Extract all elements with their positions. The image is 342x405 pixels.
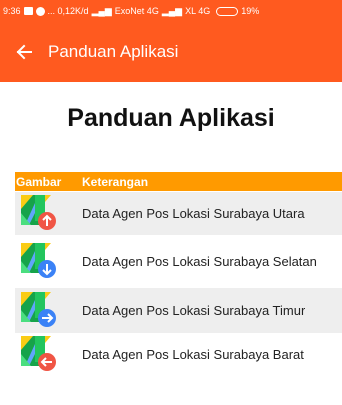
- maps-arrow-left-red-icon: [21, 335, 56, 371]
- back-button[interactable]: [0, 22, 48, 82]
- row-description: Data Agen Pos Lokasi Surabaya Utara: [82, 205, 305, 221]
- status-bar: 9:36 ... 0,12K/d ▂▄▆ ExoNet 4G ▂▄▆ XL 4G…: [0, 0, 342, 22]
- table-header: Gambar Keterangan: [15, 172, 342, 191]
- app-bar: Panduan Aplikasi: [0, 22, 342, 82]
- signal-icon: ▂▄▆: [91, 5, 112, 16]
- signal-icon-2: ▂▄▆: [161, 5, 183, 16]
- app-notification-icon: [35, 6, 45, 16]
- status-carrier-1: ExoNet 4G: [114, 6, 159, 16]
- status-carrier-2: XL 4G: [185, 6, 211, 16]
- row-description: Data Agen Pos Lokasi Surabaya Barat: [82, 346, 304, 362]
- table-row[interactable]: Data Agen Pos Lokasi Surabaya Timur: [15, 287, 342, 333]
- status-battery: 19%: [241, 6, 260, 16]
- table-row[interactable]: Data Agen Pos Lokasi Surabaya Utara: [15, 191, 342, 235]
- back-arrow-icon: [16, 44, 32, 60]
- column-header-gambar: Gambar: [16, 174, 62, 189]
- column-header-keterangan: Keterangan: [82, 174, 149, 189]
- maps-arrow-right-blue-icon: [21, 291, 56, 327]
- maps-arrow-up-red-icon: [21, 194, 56, 230]
- app-bar-title: Panduan Aplikasi: [48, 42, 179, 61]
- message-icon: [23, 7, 33, 15]
- row-description: Data Agen Pos Lokasi Surabaya Selatan: [82, 253, 317, 269]
- table-row[interactable]: Data Agen Pos Lokasi Surabaya Selatan: [15, 235, 342, 287]
- guide-table: Gambar Keterangan Data Agen Pos Lokasi S…: [15, 172, 342, 375]
- maps-arrow-down-blue-icon: [21, 242, 56, 278]
- battery-icon: [216, 6, 239, 16]
- page-title: Panduan Aplikasi: [67, 104, 275, 132]
- row-description: Data Agen Pos Lokasi Surabaya Timur: [82, 302, 306, 318]
- status-time: 9:36: [3, 6, 21, 16]
- status-speed: ... 0,12K/d: [47, 6, 89, 16]
- table-row[interactable]: Data Agen Pos Lokasi Surabaya Barat: [15, 333, 342, 375]
